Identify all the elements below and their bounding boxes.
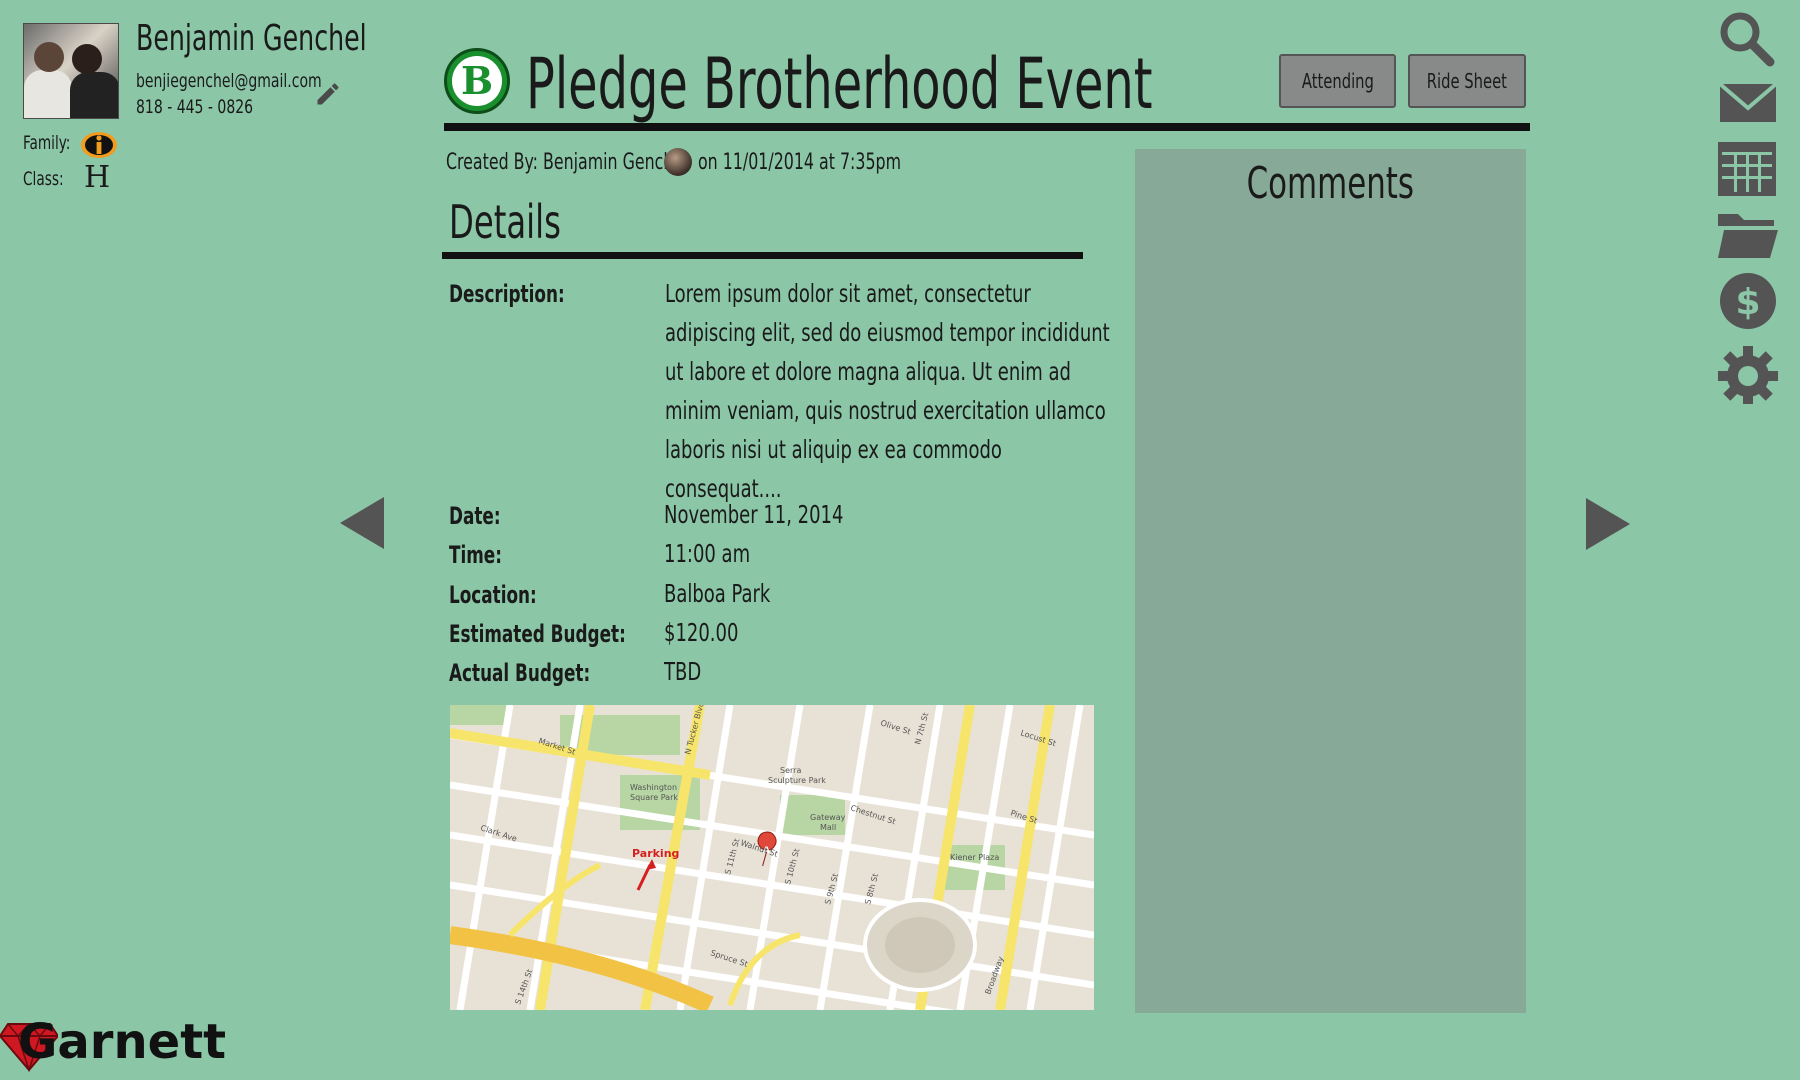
profile-name: Benjamin Genchel xyxy=(136,18,367,59)
mail-icon[interactable] xyxy=(1710,72,1780,132)
ride-sheet-button-label: Ride Sheet xyxy=(1426,69,1508,93)
svg-text:Washington: Washington xyxy=(630,783,677,792)
location-value: Balboa Park xyxy=(664,579,771,608)
profile-phone: 818 - 445 - 0826 xyxy=(136,96,254,118)
time-label: Time: xyxy=(449,541,502,569)
creator-avatar[interactable] xyxy=(664,148,692,176)
location-map[interactable]: Parking A Market St Washington Square Pa… xyxy=(450,705,1094,1010)
attending-button-label: Attending xyxy=(1301,69,1374,93)
search-icon[interactable] xyxy=(1710,8,1780,68)
family-crest-icon xyxy=(81,132,117,158)
next-event-arrow-icon[interactable] xyxy=(1586,498,1630,550)
folder-icon[interactable] xyxy=(1710,206,1780,266)
svg-text:Parking: Parking xyxy=(632,847,679,860)
page-title: Pledge Brotherhood Event xyxy=(526,43,1153,125)
actual-budget-label: Actual Budget: xyxy=(449,659,591,687)
details-divider xyxy=(442,252,1083,259)
details-heading: Details xyxy=(449,195,561,249)
location-label: Location: xyxy=(449,581,537,609)
comments-title: Comments xyxy=(1246,158,1415,209)
description-text: Lorem ipsum dolor sit amet, consectetur … xyxy=(665,279,1110,503)
brotherhood-logo-icon: B xyxy=(444,48,510,114)
dollar-icon[interactable]: $ xyxy=(1710,270,1780,330)
svg-text:Gateway: Gateway xyxy=(810,813,846,822)
svg-text:Serra: Serra xyxy=(780,766,801,775)
class-label: Class: xyxy=(23,168,64,190)
svg-text:Kiener Plaza: Kiener Plaza xyxy=(950,853,999,862)
comments-panel xyxy=(1135,149,1526,1013)
avatar[interactable] xyxy=(23,23,119,119)
pencil-icon[interactable] xyxy=(314,80,342,108)
class-value: H xyxy=(84,160,111,195)
description-label: Description: xyxy=(449,280,565,308)
created-by-text: Created By: Benjamin Genchel xyxy=(446,150,688,175)
gear-icon[interactable] xyxy=(1710,344,1780,404)
calendar-icon[interactable] xyxy=(1710,138,1780,198)
garnett-brand[interactable]: Garnett xyxy=(18,1014,226,1070)
profile-email: benjiegenchel@gmail.com xyxy=(136,70,322,92)
estimated-budget-value: $120.00 xyxy=(664,618,739,647)
estimated-budget-label: Estimated Budget: xyxy=(449,620,626,648)
created-on-text: on 11/01/2014 at 7:35pm xyxy=(698,150,901,175)
previous-event-arrow-icon[interactable] xyxy=(340,497,384,549)
svg-text:$: $ xyxy=(1735,282,1760,323)
title-divider xyxy=(444,123,1530,131)
logo-letter: B xyxy=(460,58,494,103)
attending-button[interactable]: Attending xyxy=(1279,54,1396,108)
actual-budget-value: TBD xyxy=(664,657,702,686)
svg-text:Sculpture Park: Sculpture Park xyxy=(768,776,826,785)
svg-text:Square Park: Square Park xyxy=(630,793,678,802)
date-value: November 11, 2014 xyxy=(664,500,844,529)
family-label: Family: xyxy=(23,132,71,154)
svg-text:Mall: Mall xyxy=(820,823,836,832)
time-value: 11:00 am xyxy=(664,539,751,568)
ride-sheet-button[interactable]: Ride Sheet xyxy=(1408,54,1526,108)
date-label: Date: xyxy=(449,502,501,530)
